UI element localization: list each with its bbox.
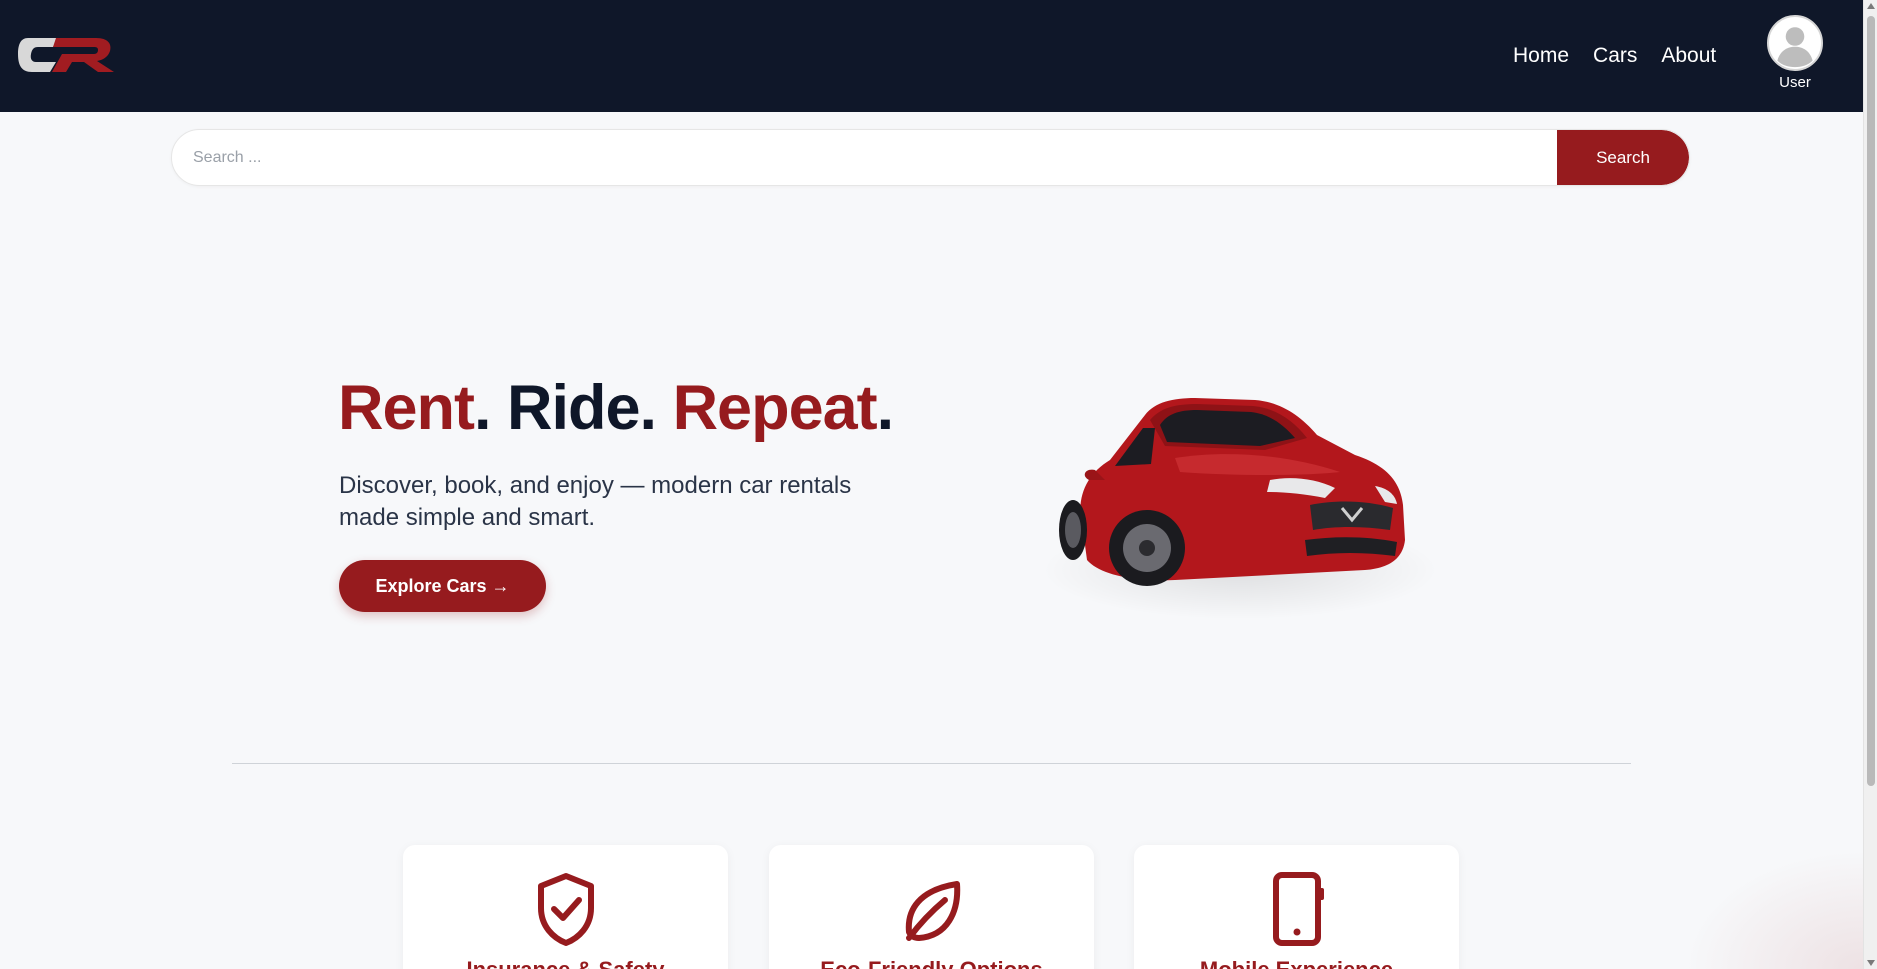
hero-title-rent: Rent — [338, 373, 475, 443]
search-button[interactable]: Search — [1557, 130, 1689, 185]
user-label: User — [1779, 74, 1811, 91]
shield-check-icon — [538, 873, 594, 946]
feature-card-mobile: Mobile Experience — [1134, 845, 1459, 969]
page-scrollbar[interactable] — [1863, 0, 1877, 969]
top-navbar: Home Cars About User — [0, 0, 1863, 112]
avatar[interactable] — [1767, 15, 1823, 71]
feature-card-insurance: Insurance & Safety — [403, 845, 728, 969]
scroll-down-arrow-icon[interactable] — [1867, 960, 1875, 966]
scroll-thumb[interactable] — [1867, 16, 1875, 786]
hero-car-image — [1059, 398, 1405, 586]
hero-title-dot-1: . — [474, 373, 508, 443]
feature-title: Eco-Friendly Options — [769, 957, 1094, 969]
user-menu[interactable]: User — [1766, 15, 1824, 91]
hero-title-dot-2: . — [639, 373, 673, 443]
search-bar: Search — [171, 129, 1690, 186]
user-avatar-icon — [1770, 18, 1820, 68]
feature-title: Insurance & Safety — [403, 957, 728, 969]
hero-subtitle: Discover, book, and enjoy — modern car r… — [339, 472, 852, 531]
feature-card-eco: Eco-Friendly Options — [769, 845, 1094, 969]
section-divider — [232, 763, 1631, 764]
explore-cars-button[interactable]: Explore Cars → — [339, 560, 546, 612]
feature-title: Mobile Experience — [1134, 957, 1459, 969]
hero-title-dot-3: . — [876, 373, 894, 443]
mobile-phone-icon — [1273, 872, 1324, 946]
nav-cars-link[interactable]: Cars — [1593, 44, 1637, 68]
nav-home-link[interactable]: Home — [1513, 44, 1569, 68]
hero-title: Rent. Ride. Repeat. — [338, 372, 894, 444]
nav-about-link[interactable]: About — [1661, 44, 1716, 68]
hero-title-repeat: Repeat — [672, 373, 878, 443]
corner-glow — [1683, 849, 1863, 969]
brand-logo[interactable] — [18, 32, 116, 78]
leaf-icon — [905, 881, 961, 941]
scroll-up-arrow-icon[interactable] — [1867, 3, 1875, 9]
hero-title-ride: Ride — [507, 373, 641, 443]
main-nav: Home Cars About — [1513, 44, 1716, 68]
search-input[interactable] — [172, 130, 1557, 185]
